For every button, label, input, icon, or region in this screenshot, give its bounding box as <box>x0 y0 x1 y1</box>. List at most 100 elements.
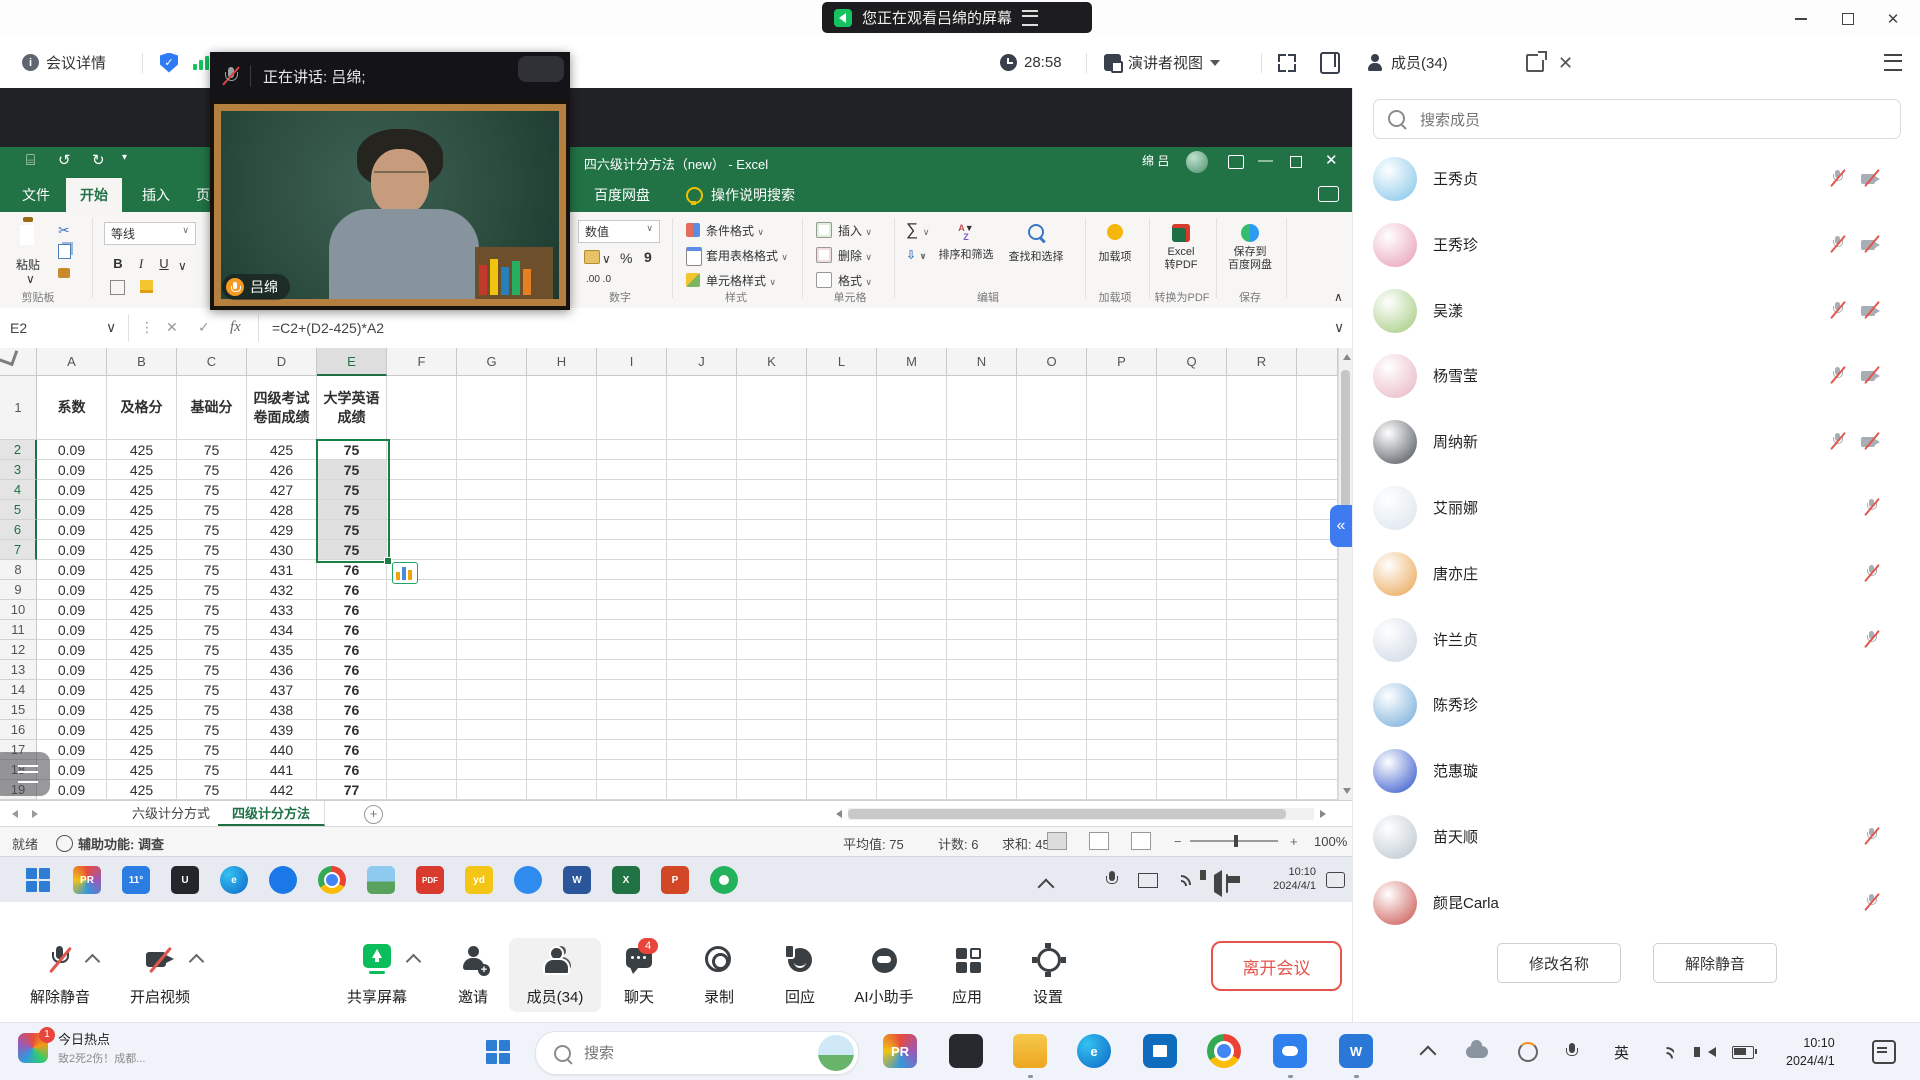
cell-D19[interactable]: 442 <box>247 780 317 800</box>
cell-Q4[interactable] <box>1157 480 1227 500</box>
cell-A15[interactable]: 0.09 <box>37 700 107 720</box>
cell-P1[interactable] <box>1087 376 1157 440</box>
row-header-13[interactable]: 13 <box>0 660 37 680</box>
cell-x4[interactable] <box>1297 480 1338 500</box>
member-row[interactable]: 吴漾 <box>1353 278 1920 344</box>
row-header-3[interactable]: 3 <box>0 460 37 480</box>
cell-G11[interactable] <box>457 620 527 640</box>
ribbon-options-icon[interactable] <box>1228 155 1244 169</box>
delete-cells-icon[interactable] <box>816 247 836 263</box>
normal-view-icon[interactable] <box>1047 832 1067 850</box>
cell-J4[interactable] <box>667 480 737 500</box>
cell-E19[interactable]: 77 <box>317 780 387 800</box>
cell-Q18[interactable] <box>1157 760 1227 780</box>
cell-O3[interactable] <box>1017 460 1087 480</box>
insert-function-icon[interactable]: fx <box>230 308 241 347</box>
cell-L17[interactable] <box>807 740 877 760</box>
cell-P3[interactable] <box>1087 460 1157 480</box>
taskbar-search-input[interactable] <box>582 1033 806 1073</box>
member-search-box[interactable] <box>1373 99 1901 139</box>
mic-muted-icon[interactable] <box>1825 429 1851 455</box>
member-search-input[interactable] <box>1418 100 1882 140</box>
cell-H8[interactable] <box>527 560 597 580</box>
cell-D17[interactable]: 440 <box>247 740 317 760</box>
cell-G3[interactable] <box>457 460 527 480</box>
cell-C14[interactable]: 75 <box>177 680 247 700</box>
name-box[interactable]: E2 <box>10 308 27 347</box>
cell-N17[interactable] <box>947 740 1017 760</box>
cell-x3[interactable] <box>1297 460 1338 480</box>
cell-B19[interactable]: 425 <box>107 780 177 800</box>
cell-J6[interactable] <box>667 520 737 540</box>
font-name-box[interactable]: 等线 ∨ <box>104 222 196 245</box>
cell-G13[interactable] <box>457 660 527 680</box>
cell-R2[interactable] <box>1227 440 1297 460</box>
cell-B11[interactable]: 425 <box>107 620 177 640</box>
cell-x13[interactable] <box>1297 660 1338 680</box>
cell-D2[interactable]: 425 <box>247 440 317 460</box>
member-row[interactable]: 颜昆Carla <box>1353 870 1920 936</box>
cell-R9[interactable] <box>1227 580 1297 600</box>
cell-C18[interactable]: 75 <box>177 760 247 780</box>
cell-H6[interactable] <box>527 520 597 540</box>
zoom-level-label[interactable]: 100% <box>1314 834 1347 849</box>
cut-icon[interactable]: ✂ <box>58 222 70 239</box>
row-header-6[interactable]: 6 <box>0 520 37 540</box>
cell-M10[interactable] <box>877 600 947 620</box>
cell-H15[interactable] <box>527 700 597 720</box>
cell-E18[interactable]: 76 <box>317 760 387 780</box>
cell-Q5[interactable] <box>1157 500 1227 520</box>
cell-M13[interactable] <box>877 660 947 680</box>
cell-A1[interactable]: 系数 <box>37 376 107 440</box>
thunder-icon[interactable] <box>514 866 542 894</box>
cell-G1[interactable] <box>457 376 527 440</box>
find-select-button[interactable]: 查找和选择 <box>1008 224 1064 264</box>
camera-off-icon[interactable] <box>1859 298 1885 324</box>
cell-A13[interactable]: 0.09 <box>37 660 107 680</box>
italic-button[interactable]: I <box>131 254 151 274</box>
cell-D12[interactable]: 435 <box>247 640 317 660</box>
camera-off-icon[interactable] <box>1859 363 1885 389</box>
unmute-button[interactable]: 解除静音 <box>14 938 106 1012</box>
cell-A16[interactable]: 0.09 <box>37 720 107 740</box>
cell-E10[interactable]: 76 <box>317 600 387 620</box>
cell-L14[interactable] <box>807 680 877 700</box>
cell-O16[interactable] <box>1017 720 1087 740</box>
wifi-icon[interactable] <box>1656 1023 1674 1080</box>
cell-I16[interactable] <box>597 720 667 740</box>
cell-J7[interactable] <box>667 540 737 560</box>
cell-B13[interactable]: 425 <box>107 660 177 680</box>
cell-F14[interactable] <box>387 680 457 700</box>
cell-C15[interactable]: 75 <box>177 700 247 720</box>
copy-icon[interactable] <box>58 244 71 259</box>
cell-B15[interactable]: 425 <box>107 700 177 720</box>
cell-G2[interactable] <box>457 440 527 460</box>
cell-F7[interactable] <box>387 540 457 560</box>
cell-F12[interactable] <box>387 640 457 660</box>
cell-R15[interactable] <box>1227 700 1297 720</box>
fill-button[interactable]: ⇩ ∨ <box>906 248 927 262</box>
cell-I13[interactable] <box>597 660 667 680</box>
excel-to-pdf-button[interactable]: Excel转PDF <box>1153 224 1209 272</box>
cell-F13[interactable] <box>387 660 457 680</box>
taskbar-search[interactable] <box>535 1031 859 1075</box>
cell-H17[interactable] <box>527 740 597 760</box>
cell-C16[interactable]: 75 <box>177 720 247 740</box>
row-header-4[interactable]: 4 <box>0 480 37 500</box>
cell-Q19[interactable] <box>1157 780 1227 800</box>
cell-E8[interactable]: 76 <box>317 560 387 580</box>
cell-H7[interactable] <box>527 540 597 560</box>
cell-O6[interactable] <box>1017 520 1087 540</box>
cell-F16[interactable] <box>387 720 457 740</box>
cell-E6[interactable]: 75 <box>317 520 387 540</box>
cell-C2[interactable]: 75 <box>177 440 247 460</box>
cell-F1[interactable] <box>387 376 457 440</box>
cell-I11[interactable] <box>597 620 667 640</box>
cell-N7[interactable] <box>947 540 1017 560</box>
cell-M5[interactable] <box>877 500 947 520</box>
cell-Q6[interactable] <box>1157 520 1227 540</box>
cell-J15[interactable] <box>667 700 737 720</box>
capcut-icon[interactable] <box>949 1034 983 1068</box>
cell-K19[interactable] <box>737 780 807 800</box>
cell-x8[interactable] <box>1297 560 1338 580</box>
